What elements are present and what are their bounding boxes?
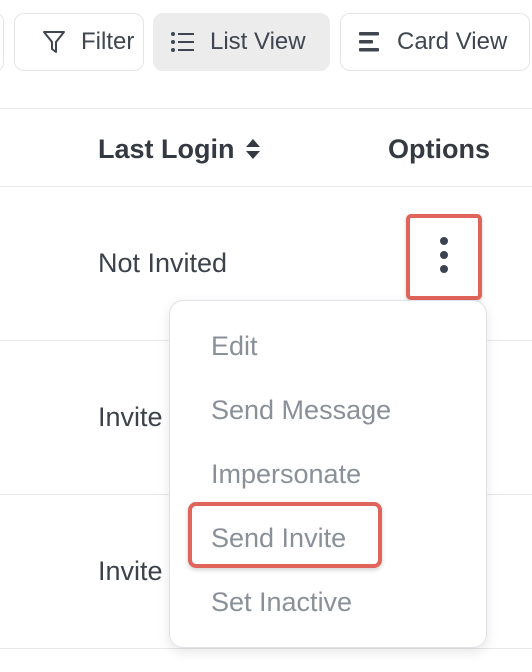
- options-dropdown-menu: Edit Send Message Impersonate Send Invit…: [169, 300, 487, 648]
- more-vertical-icon: [438, 236, 450, 278]
- menu-item-edit[interactable]: Edit: [211, 331, 258, 362]
- header-divider: [0, 186, 532, 187]
- filter-button[interactable]: Filter: [14, 13, 144, 71]
- toolbar-divider: [0, 108, 532, 109]
- filter-icon: [41, 29, 67, 55]
- partial-toolbar-button[interactable]: [0, 13, 4, 71]
- list-view-label: List View: [210, 28, 306, 55]
- menu-item-send-message[interactable]: Send Message: [211, 395, 391, 426]
- menu-item-impersonate[interactable]: Impersonate: [211, 459, 361, 490]
- last-login-cell: Not Invited: [98, 248, 228, 278]
- options-header-label: Options: [388, 133, 490, 164]
- sort-icon[interactable]: [245, 137, 261, 161]
- card-view-button[interactable]: Card View: [340, 13, 530, 71]
- column-header-options: Options: [388, 130, 490, 168]
- menu-item-set-inactive[interactable]: Set Inactive: [211, 587, 352, 618]
- list-view-button[interactable]: List View: [153, 13, 330, 71]
- toolbar: Filter List View Card View: [0, 0, 532, 90]
- card-view-label: Card View: [397, 28, 508, 55]
- row-divider: [0, 648, 532, 649]
- column-header-last-login[interactable]: Last Login: [98, 130, 261, 168]
- send-invite-highlight: [188, 502, 382, 568]
- last-login-cell: Invite: [98, 402, 163, 432]
- last-login-cell: Invite: [98, 556, 163, 586]
- filter-label: Filter: [81, 28, 135, 55]
- row-options-button[interactable]: [406, 214, 482, 300]
- last-login-header-label: Last Login: [98, 133, 235, 164]
- list-icon: [170, 29, 196, 55]
- card-view-icon: [357, 29, 383, 55]
